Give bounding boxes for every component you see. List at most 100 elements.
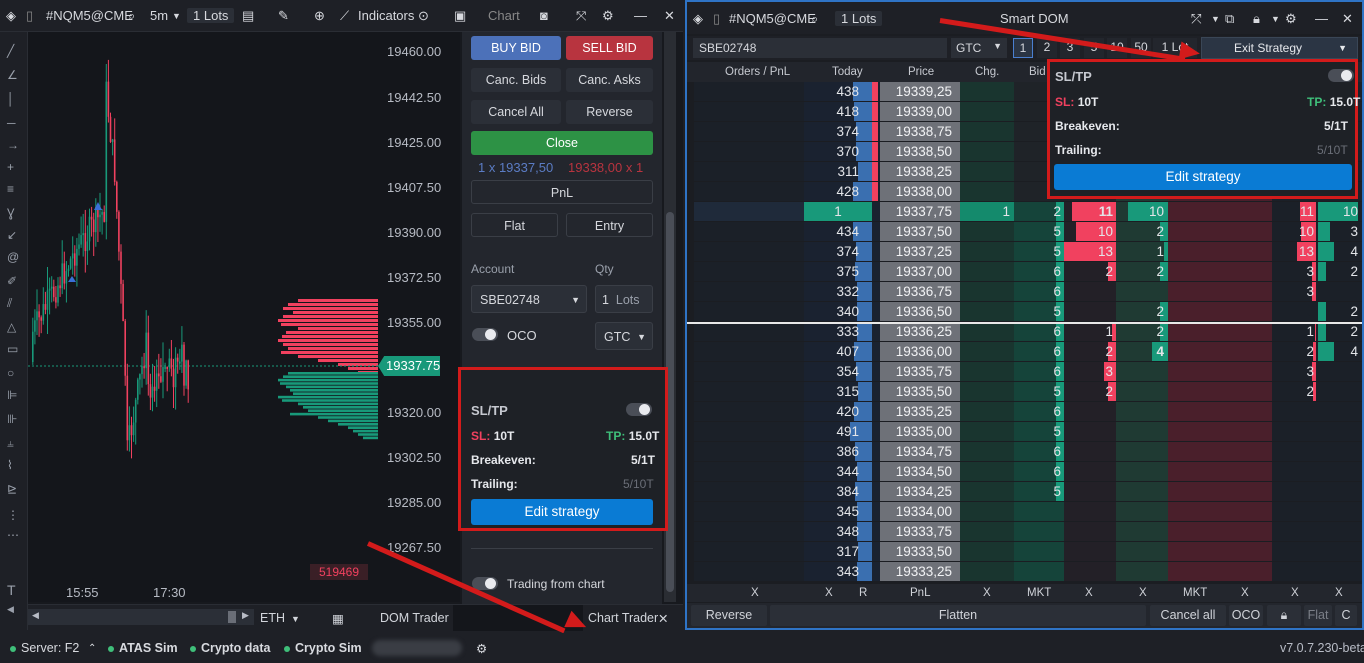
minimize-icon[interactable]: — (1315, 11, 1328, 26)
cancel-all-button[interactable]: Cancel All (471, 100, 561, 124)
price-axis[interactable]: 19460.00 19442.50 19425.00 19407.50 19390.00… (310, 32, 460, 602)
expand-icon[interactable]: ⤧ (576, 8, 586, 24)
qty-input[interactable]: 1 Lots (595, 285, 653, 313)
cancel-asks-button[interactable]: Canc. Asks (566, 68, 653, 92)
spiral-tool-icon[interactable]: @ (7, 250, 19, 264)
cross-tool-icon[interactable]: + (7, 160, 14, 174)
chevron-down-icon[interactable]: ▼ (1211, 14, 1220, 24)
dom-row[interactable]: 374 19337,25 5 13 1 13 4 (694, 242, 1362, 262)
ray-tool-icon[interactable]: → (7, 138, 19, 152)
fib-ext-tool-icon[interactable]: ⊪ (7, 412, 17, 426)
chevron-down-icon[interactable]: ▼ (1271, 14, 1280, 24)
pen-icon[interactable]: ✎ (278, 8, 289, 24)
price-chart[interactable]: 15:55 17:30 (28, 32, 384, 602)
dom-row[interactable]: 434 19337,50 5 10 2 10 3 (694, 222, 1362, 242)
edit-strategy-button[interactable]: Edit strategy (471, 499, 653, 525)
dom-row[interactable]: 343 19333,25 (694, 562, 1362, 582)
drag-handle-icon[interactable]: ▯ (26, 8, 33, 24)
dom-row[interactable]: 333 19336,25 6 1 2 1 2 (694, 322, 1362, 342)
status-item[interactable]: Crypto Sim (284, 641, 362, 655)
chevron-down-icon[interactable]: ▼ (291, 614, 300, 624)
exit-strategy-select[interactable]: Exit Strategy ▼ (1201, 37, 1358, 59)
arrow-tool-icon[interactable]: ↙ (7, 228, 17, 242)
flat-button[interactable]: Flat (471, 213, 558, 237)
flatten-button[interactable]: Flatten (770, 605, 1146, 626)
hline-tool-icon[interactable]: ─ (7, 116, 16, 130)
close-position-button[interactable]: Close (471, 131, 653, 155)
drag-handle-icon[interactable]: ▯ (713, 11, 720, 27)
bottom-x[interactable]: X (1335, 587, 1343, 599)
rectangle-tool-icon[interactable]: ▭ (7, 342, 18, 356)
triangle-tool-icon[interactable]: △ (7, 320, 16, 334)
pitchfork-tool-icon[interactable]: ⫨ (7, 436, 14, 451)
dom-row[interactable]: 345 19334,00 (694, 502, 1362, 522)
bottom-pnl[interactable]: PnL (910, 587, 930, 599)
bottom-x[interactable]: X (751, 587, 759, 599)
qty-preset-button[interactable]: 1 (1013, 38, 1033, 58)
collapse-arrow-icon[interactable]: ◀ (7, 604, 14, 615)
curve-tool-icon[interactable]: Ɣ (7, 206, 15, 220)
symbol-label[interactable]: #NQM5@CME (729, 11, 816, 26)
chevron-down-icon[interactable]: ▼ (172, 11, 181, 21)
col-bid[interactable]: Bid (1029, 66, 1046, 78)
text-tool-icon[interactable]: T (7, 582, 16, 598)
pnl-button[interactable]: PnL (471, 180, 653, 204)
tif-select[interactable]: GTC ▼ (595, 322, 653, 350)
bottom-x[interactable]: X (1241, 587, 1249, 599)
col-chg[interactable]: Chg. (975, 66, 999, 78)
close-icon[interactable]: ✕ (1342, 11, 1353, 27)
status-item[interactable]: ATAS Sim (108, 641, 178, 655)
bottom-x[interactable]: X (1291, 587, 1299, 599)
dom-row[interactable]: 340 19336,50 5 2 2 (694, 302, 1362, 322)
account-select[interactable]: SBE02748 ▼ (471, 285, 587, 313)
gear-icon[interactable]: ⚙ (1285, 11, 1297, 27)
oco-button[interactable]: OCO (1229, 605, 1263, 626)
channel-tool-icon[interactable]: ≡ (7, 182, 14, 196)
chart-menu[interactable]: Chart (488, 8, 520, 23)
buy-bid-button[interactable]: BUY BID (471, 36, 561, 60)
horizontal-scrollbar[interactable]: ◀ ▶ (28, 609, 254, 625)
reverse-button[interactable]: Reverse (566, 100, 653, 124)
fib-tool-icon[interactable]: ⊫ (7, 388, 17, 402)
grid-tool-icon[interactable]: ⋯ (7, 528, 19, 542)
dom-row[interactable]: 384 19334,25 5 (694, 482, 1362, 502)
timeframe-select[interactable]: 5m (150, 8, 168, 23)
flat-button[interactable]: Flat (1304, 605, 1332, 626)
close-icon[interactable]: ✕ (664, 8, 675, 24)
reverse-button[interactable]: Reverse (691, 605, 767, 626)
dom-row[interactable]: 407 19336,00 6 2 4 2 4 (694, 342, 1362, 362)
ellipse-tool-icon[interactable]: ○ (7, 366, 14, 380)
bottom-x[interactable]: X (1085, 587, 1093, 599)
line-tool-icon[interactable]: ╱ (7, 44, 14, 58)
camera-icon[interactable]: ◙ (540, 8, 548, 23)
dom-row[interactable]: 348 19333,75 (694, 522, 1362, 542)
wave-tool-icon[interactable]: ⌇ (7, 458, 13, 472)
dom-row[interactable]: 375 19337,00 6 2 2 3 2 (694, 262, 1362, 282)
cycle-tool-icon[interactable]: ⋮ (7, 508, 19, 522)
tif-select[interactable]: GTC ▼ (951, 38, 1007, 58)
pattern-tool-icon[interactable]: ⊵ (7, 482, 17, 496)
sltp-toggle[interactable] (626, 403, 652, 416)
angle-tool-icon[interactable]: ∠ (7, 68, 18, 82)
session-select[interactable]: ETH (260, 611, 285, 625)
col-price[interactable]: Price (908, 66, 934, 78)
dom-row[interactable]: 317 19333,50 (694, 542, 1362, 562)
dom-row[interactable]: 491 19335,00 5 (694, 422, 1362, 442)
status-item[interactable]: Crypto data (190, 641, 270, 655)
bottom-mkt[interactable]: MKT (1183, 587, 1207, 599)
indicators-button[interactable]: Indicators (358, 8, 414, 23)
message-icon[interactable]: ▤ (242, 8, 254, 24)
bottom-x[interactable]: X (983, 587, 991, 599)
candlestick-chart[interactable] (28, 32, 384, 602)
dom-row[interactable]: 344 19334,50 6 (694, 462, 1362, 482)
dom-row[interactable]: 386 19334,75 6 (694, 442, 1362, 462)
calendar-icon[interactable]: ▦ (332, 611, 344, 626)
bottom-mkt[interactable]: MKT (1027, 587, 1051, 599)
search-icon[interactable]: ⌕ (128, 8, 135, 24)
dom-row[interactable]: 332 19336,75 6 3 (694, 282, 1362, 302)
minimize-icon[interactable]: — (634, 8, 647, 23)
sell-bid-button[interactable]: SELL BID (566, 36, 653, 60)
account-field[interactable]: SBE02748 (693, 38, 947, 58)
chevron-up-icon[interactable]: ⌃ (88, 643, 96, 654)
copy-icon[interactable]: ⧉ (1225, 11, 1234, 27)
